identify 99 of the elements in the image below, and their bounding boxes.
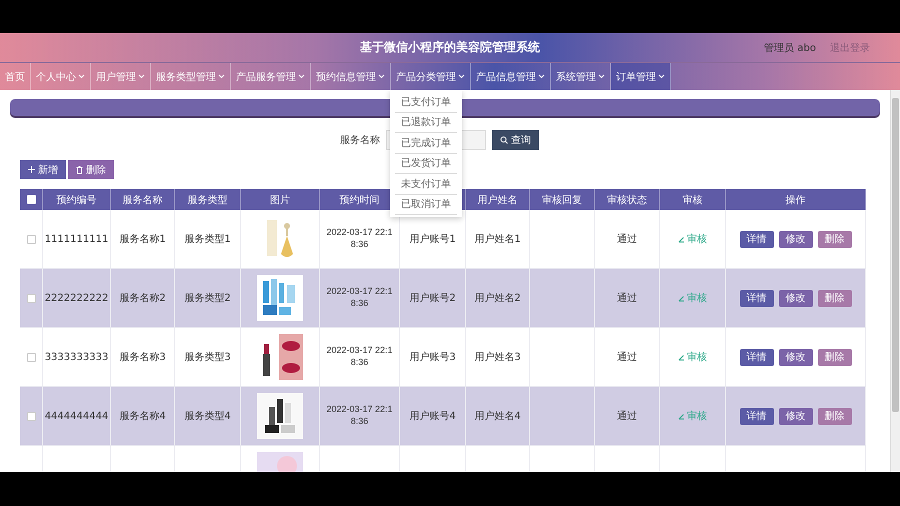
nav-label: 个人中心 [36, 70, 76, 84]
table-cell: 通过 [617, 292, 637, 304]
table-cell: 2222222222 [44, 292, 108, 304]
table-cell: 服务类型2 [184, 292, 231, 304]
table-cell: 通过 [617, 232, 637, 246]
search-icon [500, 136, 508, 144]
table-cell: 1111111111 [44, 232, 108, 246]
menu-item[interactable]: 已发货订单 [395, 154, 457, 174]
menu-item[interactable]: 未支付订单 [395, 174, 457, 194]
nav-label: 首页 [5, 70, 25, 84]
nav-item[interactable]: 产品服务管理 [231, 63, 311, 90]
nav-item[interactable]: 首页 [0, 63, 31, 90]
nav-item[interactable]: 用户管理 [91, 63, 151, 90]
action-button[interactable]: 详情 [740, 290, 774, 306]
review-label: 审核 [687, 410, 707, 422]
table-cell: 用户姓名3 [474, 350, 521, 364]
table-cell: 服务名称3 [119, 350, 166, 364]
action-button[interactable]: 详情 [740, 230, 774, 248]
table-cell-text: 2022-03-17 22:1 8:36 [325, 286, 394, 310]
action-button[interactable]: 详情 [740, 348, 774, 366]
action-button[interactable]: 删除 [818, 348, 852, 366]
action-button[interactable]: 删除 [818, 408, 852, 424]
table-cell: 服务类型1 [184, 232, 231, 246]
table-cell: 用户账号4 [409, 410, 456, 422]
column-header: 审核状态 [607, 194, 647, 206]
nav-label: 服务类型管理 [156, 70, 216, 84]
nav-label: 预约信息管理 [316, 70, 376, 84]
table-cell: 用户账号2 [409, 292, 456, 304]
edit-icon [678, 412, 685, 420]
column-header: 操作 [786, 194, 806, 206]
review-link[interactable]: 审核 [678, 350, 707, 364]
nav-item[interactable]: 系统管理 [551, 63, 611, 90]
user-name: 管理员 abo [764, 42, 816, 54]
edit-icon [678, 354, 685, 360]
action-button[interactable]: 修改 [778, 348, 812, 366]
action-button[interactable]: 详情 [740, 408, 774, 424]
table-cell: 3333333333 [44, 350, 108, 364]
column-header: 预约编号 [56, 194, 96, 206]
checkbox[interactable] [26, 294, 36, 302]
nav-label: 产品服务管理 [236, 70, 296, 84]
nav-label: 用户管理 [96, 70, 136, 84]
action-button[interactable]: 修改 [778, 290, 812, 306]
table-cell: 服务类型4 [184, 410, 231, 422]
action-button[interactable]: 修改 [778, 408, 812, 424]
table-cell: 用户姓名4 [474, 410, 521, 422]
table-cell: 用户账号1 [409, 232, 456, 246]
table-cell: 服务名称1 [119, 232, 166, 246]
review-label: 审核 [687, 292, 707, 304]
column-header: 图片 [270, 194, 290, 206]
table-cell: 用户姓名1 [474, 232, 521, 246]
column-header: 预约时间 [340, 194, 380, 206]
checkbox[interactable] [26, 352, 36, 362]
nav-item[interactable]: 预约信息管理 [311, 63, 391, 90]
scrollbar[interactable] [890, 90, 900, 472]
menu-item[interactable]: 已支付订单 [395, 92, 457, 112]
review-label: 审核 [687, 232, 707, 246]
plus-icon [28, 166, 35, 173]
menu-item[interactable]: 已完成订单 [395, 133, 457, 154]
nav-item[interactable]: 订单管理 [611, 63, 671, 90]
table-cell: 服务类型3 [184, 350, 231, 364]
table-cell: 用户姓名2 [474, 292, 521, 304]
nav-item[interactable]: 产品信息管理 [471, 63, 551, 90]
action-button[interactable]: 修改 [778, 230, 812, 248]
nav-item[interactable]: 服务类型管理 [151, 63, 231, 90]
nav-label: 产品分类管理 [396, 70, 456, 84]
action-button[interactable]: 删除 [818, 230, 852, 248]
column-header: 审核 [682, 194, 702, 206]
table-cell-text: 2022-03-17 22:1 8:36 [325, 227, 394, 251]
nav-label: 产品信息管理 [476, 70, 536, 84]
menu-item[interactable]: 已退款订单 [395, 112, 457, 133]
action-button[interactable]: 删除 [818, 290, 852, 306]
column-header: 服务名称 [122, 194, 162, 206]
nav-item[interactable]: 个人中心 [31, 63, 91, 90]
checkbox[interactable] [26, 412, 36, 420]
add-button[interactable]: 新增 [20, 160, 66, 179]
search-button[interactable]: 查询 [492, 130, 539, 150]
checkbox[interactable] [26, 234, 36, 244]
table-cell: 4444444444 [44, 410, 108, 422]
nav-label: 订单管理 [616, 70, 656, 84]
edit-icon [678, 236, 685, 242]
table-cell-text: 2022-03-17 22:1 8:36 [325, 404, 394, 428]
table-cell: 通过 [617, 350, 637, 364]
column-header: 服务类型 [188, 194, 228, 206]
table-cell: 用户账号3 [409, 350, 456, 364]
trash-icon [76, 166, 83, 174]
table-cell-text: 2022-03-17 22:1 8:36 [325, 345, 394, 369]
table-cell: 通过 [617, 410, 637, 422]
table-cell: 服务名称2 [119, 292, 166, 304]
column-header: 用户姓名 [478, 194, 518, 206]
menu-item[interactable]: 已取消订单 [395, 194, 457, 215]
column-header: 审核回复 [542, 194, 582, 206]
table-cell: 服务名称4 [119, 410, 166, 422]
delete-button[interactable]: 删除 [68, 160, 114, 179]
nav-label: 系统管理 [556, 70, 596, 84]
app-title: 基于微信小程序的美容院管理系统 [360, 39, 540, 56]
edit-icon [678, 294, 685, 302]
review-label: 审核 [687, 350, 707, 364]
field-label: 服务名称 [340, 134, 380, 147]
review-link[interactable]: 审核 [678, 232, 707, 246]
